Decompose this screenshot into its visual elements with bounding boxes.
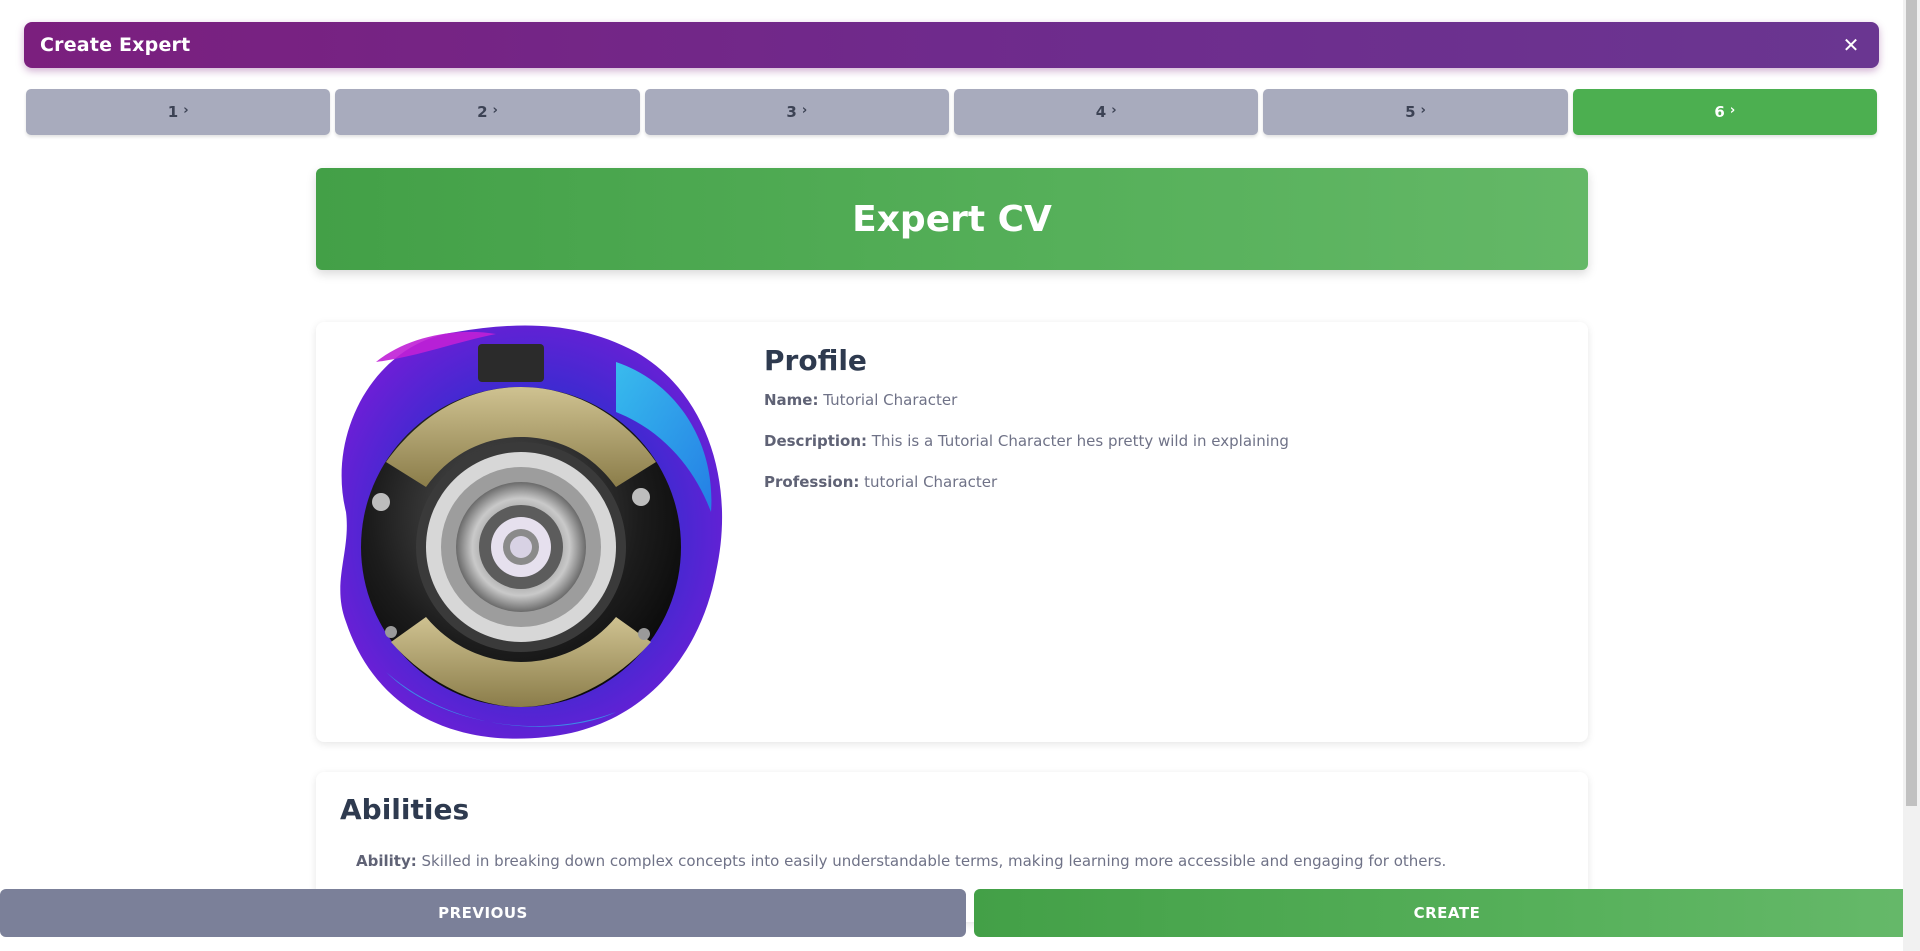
chevron-right-icon: ›: [1729, 102, 1736, 118]
abilities-heading: Abilities: [340, 793, 470, 826]
profile-card: Profile Name: Tutorial Character Descrip…: [316, 322, 1588, 742]
step-3-button[interactable]: 3 ›: [644, 89, 949, 135]
create-button[interactable]: CREATE: [974, 889, 1920, 937]
chevron-right-icon: ›: [492, 102, 498, 118]
dialog-header: Create Expert ✕: [24, 22, 1879, 68]
step-navigation: 1 › 2 › 3 › 4 › 5 › 6 ›: [26, 89, 1877, 135]
ability-row: Ability: Skilled in breaking down comple…: [356, 852, 1446, 870]
step-label: 2: [477, 103, 488, 121]
step-label: 4: [1095, 103, 1107, 121]
profile-profession-row: Profession: tutorial Character: [764, 473, 1289, 491]
previous-button[interactable]: PREVIOUS: [0, 889, 966, 937]
vertical-scrollbar[interactable]: [1903, 0, 1920, 951]
description-label: Description:: [764, 432, 868, 450]
name-value: Tutorial Character: [823, 391, 958, 409]
dialog-title: Create Expert: [40, 34, 191, 56]
chevron-right-icon: ›: [801, 102, 808, 118]
step-label: 5: [1405, 103, 1416, 121]
create-label: CREATE: [1413, 904, 1481, 922]
close-icon[interactable]: ✕: [1839, 33, 1863, 57]
chevron-right-icon: ›: [1111, 102, 1117, 118]
scrollbar-thumb[interactable]: [1906, 0, 1917, 806]
previous-label: PREVIOUS: [438, 904, 528, 922]
chevron-right-icon: ›: [183, 102, 189, 118]
profile-name-row: Name: Tutorial Character: [764, 391, 1289, 409]
step-label: 1: [167, 103, 179, 121]
description-value: This is a Tutorial Character hes pretty …: [871, 432, 1289, 450]
chevron-right-icon: ›: [1420, 102, 1426, 118]
profession-value: tutorial Character: [864, 473, 998, 491]
ability-value: Skilled in breaking down complex concept…: [421, 852, 1447, 870]
step-label: 6: [1714, 103, 1725, 121]
step-label: 3: [786, 103, 797, 121]
expert-avatar-image: [340, 325, 723, 739]
ability-label: Ability:: [356, 852, 417, 870]
step-2-button[interactable]: 2 ›: [335, 89, 640, 135]
step-1-button[interactable]: 1 ›: [26, 89, 331, 135]
step-5-button[interactable]: 5 ›: [1263, 89, 1568, 135]
name-label: Name:: [764, 391, 819, 409]
profession-label: Profession:: [764, 473, 860, 491]
banner-title: Expert CV: [852, 198, 1052, 240]
profile-info: Profile Name: Tutorial Character Descrip…: [764, 344, 1289, 514]
step-6-button[interactable]: 6 ›: [1572, 89, 1877, 135]
expert-cv-banner: Expert CV: [316, 168, 1588, 270]
profile-description-row: Description: This is a Tutorial Characte…: [764, 432, 1289, 450]
create-expert-page: Create Expert ✕ 1 › 2 › 3 › 4 › 5 › 6 › Expert…: [0, 0, 1920, 951]
step-4-button[interactable]: 4 ›: [953, 89, 1259, 135]
profile-heading: Profile: [764, 344, 867, 377]
